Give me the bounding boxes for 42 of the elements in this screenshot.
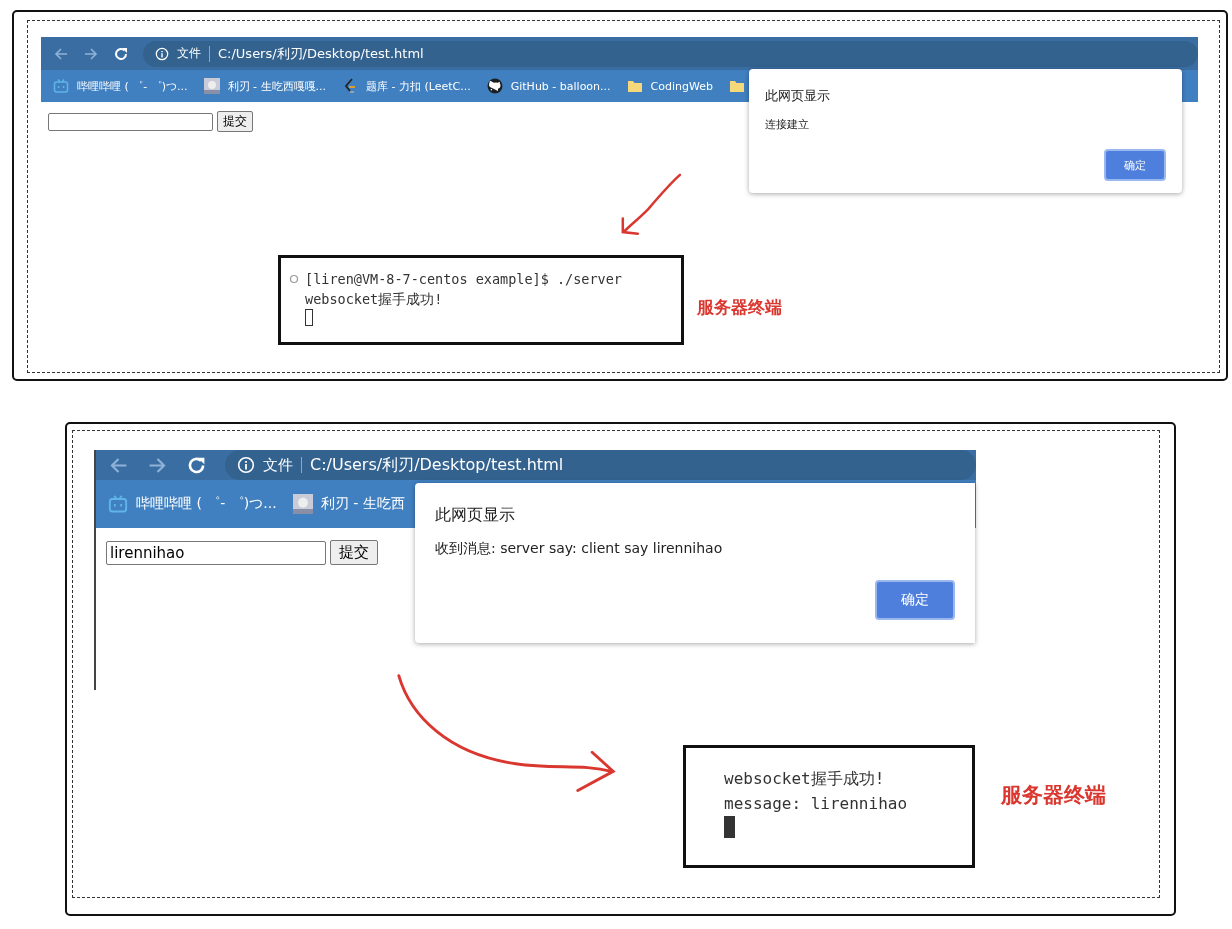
terminal-line: message: lirennihao: [724, 793, 908, 815]
bookmark-item[interactable]: 哔哩哔哩 ( ゜- ゜)つ...: [77, 78, 188, 94]
back-icon[interactable]: [53, 45, 69, 62]
terminal-line: websocket握手成功!: [305, 290, 443, 309]
annotation-label: 服务器终端: [1001, 782, 1106, 809]
avatar-icon: [203, 78, 220, 94]
tv-icon: [53, 78, 69, 94]
bookmark-item[interactable]: 哔哩哔哩 ( ゜- ゜)つ...: [136, 495, 277, 513]
github-icon: [486, 78, 503, 94]
info-icon: [237, 456, 255, 474]
submit-button[interactable]: 提交: [217, 111, 253, 132]
reload-icon[interactable]: [113, 45, 129, 62]
address-bar[interactable]: 文件 C:/Users/利刃/Desktop/test.html: [143, 40, 1198, 67]
ok-button[interactable]: 确定: [875, 580, 955, 620]
terminal-line: [liren@VM-8-7-centos example]$ ./server: [305, 270, 622, 289]
submit-button[interactable]: 提交: [330, 540, 378, 565]
message-input[interactable]: lirennihao: [106, 540, 326, 565]
bookmark-item[interactable]: 题库 - 力扣 (LeetC...: [366, 78, 471, 94]
scheme-label: 文件: [177, 45, 201, 62]
message-input[interactable]: [48, 112, 213, 131]
bookmark-item[interactable]: 利刃 - 生吃西嘎嘎...: [227, 78, 326, 94]
bookmark-item[interactable]: CodingWeb: [650, 79, 713, 93]
folder-icon: [626, 78, 643, 94]
dialog-message: 连接建立: [765, 117, 810, 132]
terminal-line: websocket握手成功!: [724, 768, 885, 790]
url-text: C:/Users/利刃/Desktop/test.html: [310, 454, 564, 476]
bookmark-item[interactable]: 利刃 - 生吃西: [320, 495, 405, 513]
dialog-message: 收到消息: server say: client say lirennihao: [435, 540, 724, 558]
address-bar[interactable]: 文件 C:/Users/利刃/Desktop/test.html: [225, 450, 976, 480]
ok-button[interactable]: 确定: [1104, 149, 1166, 181]
forward-icon[interactable]: [83, 45, 99, 62]
annotation-label: 服务器终端: [697, 296, 782, 319]
url-text: C:/Users/利刃/Desktop/test.html: [218, 44, 424, 63]
scheme-label: 文件: [263, 455, 293, 475]
leetcode-icon: [342, 78, 358, 94]
bookmark-item[interactable]: GitHub - balloon...: [510, 79, 611, 93]
info-icon: [155, 46, 169, 61]
avatar-icon: [292, 494, 313, 514]
dialog-title: 此网页显示: [765, 87, 831, 105]
folder-icon: [728, 78, 745, 94]
tv-icon: [108, 494, 128, 514]
dialog-title: 此网页显示: [435, 505, 516, 526]
